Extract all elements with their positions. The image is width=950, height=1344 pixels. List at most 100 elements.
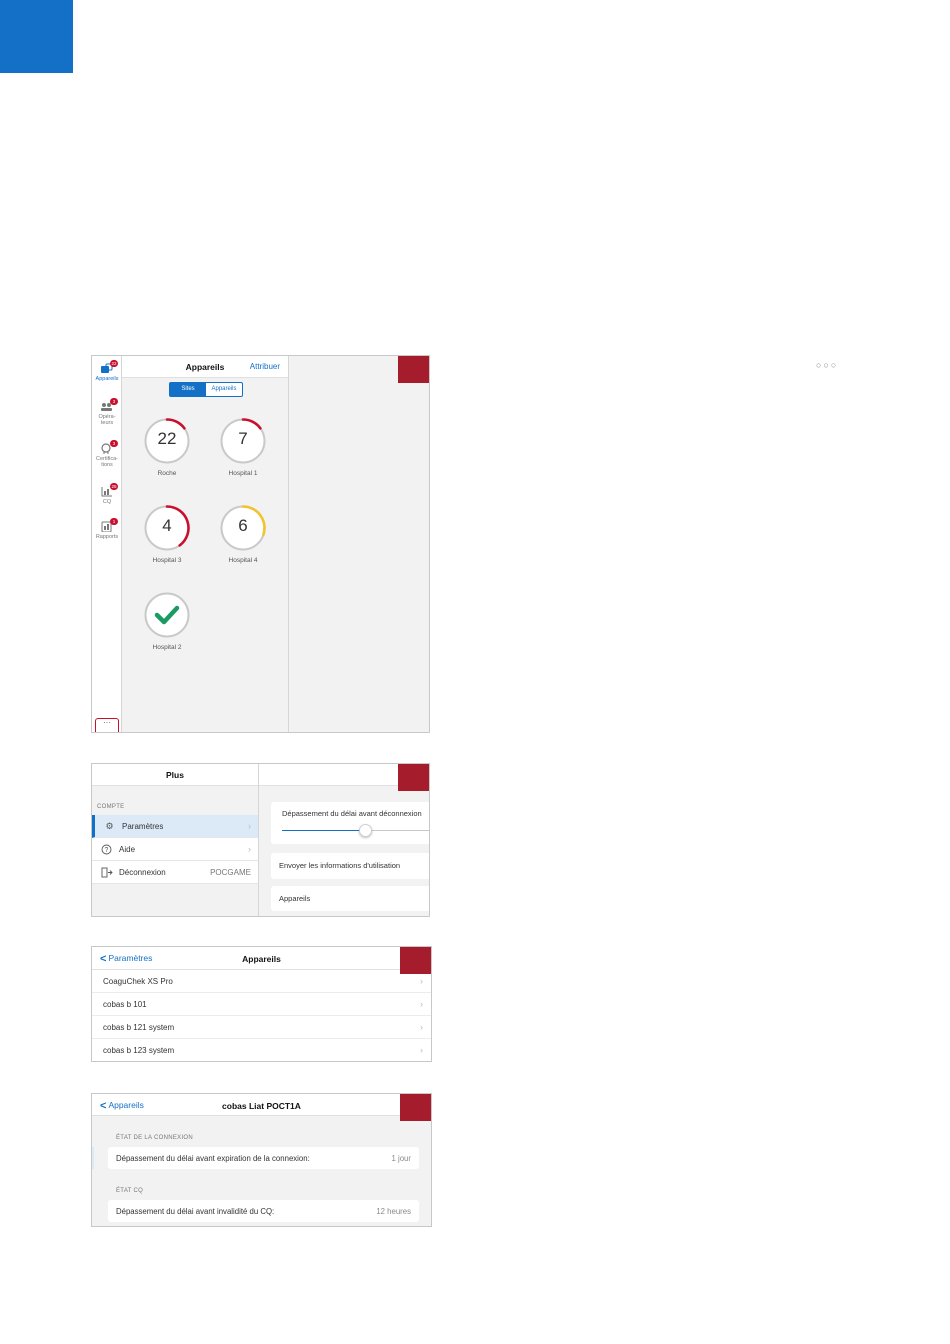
master-pane: Plus COMPTE ⚙ Paramètres › ? Aide › Déco… bbox=[92, 764, 259, 916]
sidebar-item-rapports[interactable]: 1 Rapports bbox=[92, 518, 122, 540]
menu-item-aide[interactable]: ? Aide › bbox=[92, 838, 258, 861]
badge: 25 bbox=[110, 483, 118, 490]
sidebar-item-operateurs[interactable]: 3 Opéra- teurs bbox=[92, 398, 122, 426]
page-title: Appareils bbox=[242, 954, 281, 964]
timeout-card: Dépassement du délai avant déconnexion bbox=[271, 802, 429, 844]
status-ring: 6 bbox=[220, 505, 266, 551]
navigation-bar: < Appareils cobas Liat POCT1A bbox=[92, 1094, 431, 1116]
more-button[interactable]: ··· bbox=[95, 718, 119, 732]
sidebar-item-cq[interactable]: 25 CQ bbox=[92, 483, 122, 505]
status-ring: 7 bbox=[220, 418, 266, 464]
devices-row[interactable]: Appareils bbox=[271, 886, 429, 911]
marker-block bbox=[400, 947, 431, 974]
site-roche[interactable]: 22 Roche bbox=[137, 418, 197, 477]
sidebar-item-appareils[interactable]: 22 Appareils bbox=[92, 360, 122, 382]
menu-item-label: Paramètres bbox=[122, 822, 164, 831]
timeout-slider[interactable] bbox=[282, 824, 429, 837]
marker-block bbox=[398, 764, 429, 791]
svg-text:?: ? bbox=[105, 847, 109, 854]
list-item[interactable]: CoaguChek XS Pro › bbox=[92, 970, 431, 993]
site-name: Roche bbox=[157, 470, 177, 477]
slider-thumb[interactable] bbox=[359, 824, 373, 837]
status-ring: 22 bbox=[144, 418, 190, 464]
menu-item-deconnexion[interactable]: Déconnexion POCGAME bbox=[92, 861, 258, 884]
chevron-right-icon: › bbox=[420, 1045, 423, 1055]
site-hospital-2[interactable]: Hospital 2 bbox=[137, 592, 197, 651]
master-pane: Appareils Attribuer Sites Appareils 22 R… bbox=[122, 356, 289, 732]
status-ring: 4 bbox=[144, 505, 190, 551]
usage-info-row[interactable]: Envoyer les informations d'utilisation bbox=[271, 853, 429, 879]
device-name: CoaguChek XS Pro bbox=[103, 977, 173, 986]
page-dots-icon: ○○○ bbox=[816, 360, 839, 370]
sidebar-item-label: Rapports bbox=[95, 534, 119, 540]
device-count: 22 bbox=[157, 429, 177, 448]
sidebar-item-label: CQ bbox=[102, 499, 112, 505]
device-name: cobas b 101 bbox=[103, 1000, 147, 1009]
site-name: Hospital 1 bbox=[228, 470, 258, 477]
assign-button[interactable]: Attribuer bbox=[250, 362, 280, 371]
timeout-label: Dépassement du délai avant déconnexion bbox=[282, 809, 422, 818]
screenshot-devices-sites: 22 Appareils 3 Opéra- teurs 3 Certifica-… bbox=[91, 355, 430, 733]
corner-tab bbox=[0, 0, 73, 73]
detail-pane bbox=[289, 356, 429, 732]
badge: 3 bbox=[110, 440, 118, 447]
operators-icon: 3 bbox=[100, 398, 118, 412]
qc-icon: 25 bbox=[100, 483, 118, 497]
list-item[interactable]: cobas b 101 › bbox=[92, 993, 431, 1016]
navigation-bar: Appareils Attribuer bbox=[122, 356, 288, 378]
sidebar: 22 Appareils 3 Opéra- teurs 3 Certifica-… bbox=[92, 356, 122, 732]
usage-info-label: Envoyer les informations d'utilisation bbox=[279, 861, 401, 870]
selection-edge bbox=[92, 1147, 94, 1169]
chevron-right-icon: › bbox=[420, 976, 423, 986]
chevron-right-icon: › bbox=[420, 999, 423, 1009]
device-count: 4 bbox=[162, 516, 172, 535]
badge: 1 bbox=[110, 518, 118, 525]
page-title: Plus bbox=[166, 770, 184, 780]
help-icon: ? bbox=[101, 844, 112, 855]
username-value: POCGAME bbox=[210, 868, 251, 877]
page-title: cobas Liat POCT1A bbox=[222, 1101, 301, 1111]
sidebar-item-label: Opéra- teurs bbox=[98, 414, 116, 426]
status-ring bbox=[144, 592, 190, 638]
badge: 22 bbox=[110, 360, 118, 367]
menu-item-label: Aide bbox=[119, 845, 136, 854]
marker-block bbox=[400, 1094, 431, 1121]
setting-label: Dépassement du délai avant invalidité du… bbox=[116, 1207, 275, 1216]
chevron-right-icon: › bbox=[420, 1022, 423, 1032]
gear-icon: ⚙ bbox=[105, 821, 114, 831]
certifications-icon: 3 bbox=[100, 440, 118, 454]
screenshot-device-detail: < Appareils cobas Liat POCT1A ÉTAT DE LA … bbox=[91, 1093, 432, 1227]
navigation-bar: < Paramètres Appareils bbox=[92, 947, 431, 970]
site-hospital-3[interactable]: 4 Hospital 3 bbox=[137, 505, 197, 564]
site-hospital-4[interactable]: 6 Hospital 4 bbox=[213, 505, 273, 564]
sidebar-item-label: Appareils bbox=[95, 376, 119, 382]
segment-appareils[interactable]: Appareils bbox=[206, 383, 242, 396]
devices-icon: 22 bbox=[100, 360, 118, 374]
menu-item-parametres[interactable]: ⚙ Paramètres › bbox=[92, 815, 258, 838]
segmented-control: Sites Appareils bbox=[169, 382, 243, 397]
site-name: Hospital 3 bbox=[152, 557, 182, 564]
list-item[interactable]: cobas b 121 system › bbox=[92, 1016, 431, 1039]
marker-block bbox=[398, 356, 429, 383]
segment-sites[interactable]: Sites bbox=[170, 383, 206, 396]
slider-fill bbox=[282, 830, 366, 831]
navigation-bar: Plus bbox=[92, 764, 258, 786]
chevron-right-icon: › bbox=[248, 821, 251, 831]
qc-timeout-row[interactable]: Dépassement du délai avant invalidité du… bbox=[108, 1200, 419, 1222]
connection-timeout-row[interactable]: Dépassement du délai avant expiration de… bbox=[108, 1147, 419, 1169]
setting-value: 1 jour bbox=[391, 1154, 411, 1163]
screenshot-devices-list: < Paramètres Appareils CoaguChek XS Pro ›… bbox=[91, 946, 432, 1062]
list-item[interactable]: cobas b 123 system › bbox=[92, 1039, 431, 1061]
badge: 3 bbox=[110, 398, 118, 405]
site-name: Hospital 4 bbox=[228, 557, 258, 564]
devices-label: Appareils bbox=[279, 894, 311, 903]
site-hospital-1[interactable]: 7 Hospital 1 bbox=[213, 418, 273, 477]
device-name: cobas b 121 system bbox=[103, 1023, 175, 1032]
section-header: ÉTAT DE LA CONNEXION bbox=[116, 1135, 194, 1141]
sidebar-item-certifications[interactable]: 3 Certifica- tions bbox=[92, 440, 122, 468]
menu-item-label: Déconnexion bbox=[119, 868, 166, 877]
device-count: 6 bbox=[238, 516, 248, 535]
logout-icon bbox=[101, 867, 113, 878]
checkmark-icon bbox=[154, 605, 180, 625]
screenshot-plus-menu: Plus COMPTE ⚙ Paramètres › ? Aide › Déco… bbox=[91, 763, 430, 917]
